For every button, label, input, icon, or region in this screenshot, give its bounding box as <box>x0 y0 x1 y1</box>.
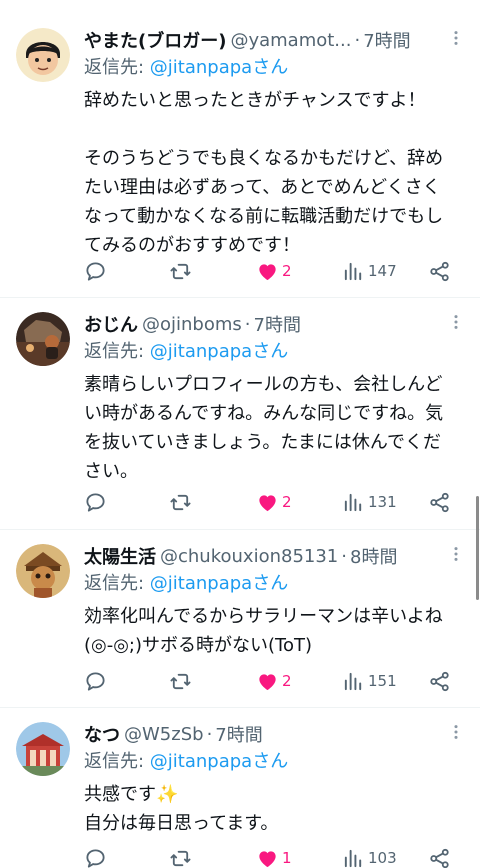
reply-icon <box>86 492 105 512</box>
views-chart-icon <box>344 262 362 280</box>
separator-dot: · <box>341 545 347 567</box>
view-count: 151 <box>368 672 397 690</box>
share-icon <box>430 671 449 691</box>
separator-dot: · <box>206 723 213 745</box>
reply-to-mention[interactable]: @jitanpapaさん <box>150 57 288 78</box>
timestamp[interactable]: 7時間 <box>363 27 410 53</box>
like-count: 1 <box>282 849 292 867</box>
tweet-header: やまた(ブロガー) @yamamot... · 7時間 <box>84 26 454 54</box>
share-button[interactable] <box>428 669 451 693</box>
tweet-text: 効率化叫んでるからサラリーマンは辛いよね(◎-◎;)サボる時がない(ToT) <box>84 606 443 656</box>
user-handle[interactable]: @chukouxion85131 <box>160 546 338 567</box>
share-button[interactable] <box>428 846 451 868</box>
retweet-button[interactable] <box>169 490 195 514</box>
user-handle[interactable]: @ojinboms <box>142 314 242 335</box>
reply-button[interactable] <box>84 669 110 693</box>
share-icon <box>430 261 449 281</box>
user-handle[interactable]: @yamamot... <box>230 30 351 51</box>
views-button[interactable]: 131 <box>342 490 397 514</box>
views-button[interactable]: 147 <box>342 259 397 283</box>
timestamp[interactable]: 7時間 <box>254 311 301 337</box>
tweet-actions: 2 151 <box>84 669 464 693</box>
reply-to-label: 返信先: <box>84 751 150 772</box>
tweet-actions: 2 147 <box>84 259 464 283</box>
tweet-header: おじん @ojinboms · 7時間 <box>84 310 454 338</box>
user-handle[interactable]: @W5zSb <box>124 724 204 745</box>
tweet-actions: 2 131 <box>84 490 464 514</box>
reply-to-line: 返信先: @jitanpapaさん <box>84 338 454 366</box>
tweet-text: 素晴らしいプロフィールの方も、会社しんどい時があるんですね。みんな同じですね。気… <box>84 374 444 482</box>
reply-icon <box>86 671 105 691</box>
avatar[interactable] <box>16 312 70 366</box>
views-chart-icon <box>344 672 362 690</box>
timestamp[interactable]: 7時間 <box>215 721 262 747</box>
like-button[interactable]: 1 <box>256 846 292 868</box>
heart-filled-icon <box>259 673 276 690</box>
tweet[interactable]: やまた(ブロガー) @yamamot... · 7時間 返信先: @jitanp… <box>0 0 480 298</box>
reply-to-label: 返信先: <box>84 341 150 362</box>
tweet[interactable]: おじん @ojinboms · 7時間 返信先: @jitanpapaさん 素晴… <box>0 298 480 530</box>
reply-to-label: 返信先: <box>84 57 150 78</box>
heart-filled-icon <box>259 494 276 511</box>
reply-button[interactable] <box>84 259 110 283</box>
display-name[interactable]: 太陽生活 <box>84 543 156 569</box>
avatar[interactable] <box>16 722 70 776</box>
reply-to-mention[interactable]: @jitanpapaさん <box>150 341 288 362</box>
share-button[interactable] <box>428 259 451 283</box>
reply-icon <box>86 261 105 281</box>
like-button[interactable]: 2 <box>256 259 292 283</box>
scrollbar[interactable] <box>476 496 479 600</box>
tweet[interactable]: なつ @W5zSb · 7時間 返信先: @jitanpapaさん 共感です✨ … <box>0 708 480 868</box>
timestamp[interactable]: 8時間 <box>350 543 397 569</box>
avatar[interactable] <box>16 28 70 82</box>
retweet-button[interactable] <box>169 846 195 868</box>
share-button[interactable] <box>428 490 451 514</box>
retweet-button[interactable] <box>169 669 195 693</box>
reply-feed[interactable]: やまた(ブロガー) @yamamot... · 7時間 返信先: @jitanp… <box>0 0 480 868</box>
display-name[interactable]: おじん <box>84 311 138 337</box>
views-chart-icon <box>344 849 362 867</box>
reply-button[interactable] <box>84 846 110 868</box>
reply-to-line: 返信先: @jitanpapaさん <box>84 748 454 776</box>
retweet-icon <box>170 673 191 689</box>
like-count: 2 <box>282 672 292 690</box>
reply-icon <box>86 848 105 868</box>
reply-to-mention[interactable]: @jitanpapaさん <box>150 573 288 594</box>
retweet-icon <box>170 263 191 279</box>
retweet-icon <box>170 850 191 866</box>
view-count: 103 <box>368 849 397 867</box>
tweet-actions: 1 103 <box>84 846 464 868</box>
reply-button[interactable] <box>84 490 110 514</box>
heart-filled-icon <box>259 263 276 280</box>
reply-to-line: 返信先: @jitanpapaさん <box>84 54 454 82</box>
view-count: 147 <box>368 262 397 280</box>
heart-filled-icon <box>259 850 276 867</box>
share-icon <box>430 492 449 512</box>
separator-dot: · <box>244 313 251 335</box>
tweet-header: 太陽生活 @chukouxion85131 · 8時間 <box>84 542 454 570</box>
tweet-header: なつ @W5zSb · 7時間 <box>84 720 454 748</box>
reply-to-mention[interactable]: @jitanpapaさん <box>150 751 288 772</box>
retweet-icon <box>170 494 191 510</box>
share-icon <box>430 848 449 868</box>
like-count: 2 <box>282 262 292 280</box>
like-button[interactable]: 2 <box>256 490 292 514</box>
separator-dot: · <box>354 29 361 51</box>
avatar[interactable] <box>16 544 70 598</box>
retweet-button[interactable] <box>169 259 195 283</box>
display-name[interactable]: なつ <box>84 721 120 747</box>
display-name[interactable]: やまた(ブロガー) <box>84 27 226 53</box>
tweet-text: 共感です✨ 自分は毎日思ってます。 <box>84 784 279 834</box>
reply-to-label: 返信先: <box>84 573 150 594</box>
like-count: 2 <box>282 493 292 511</box>
views-chart-icon <box>344 493 362 511</box>
view-count: 131 <box>368 493 397 511</box>
tweet[interactable]: 太陽生活 @chukouxion85131 · 8時間 返信先: @jitanp… <box>0 530 480 708</box>
reply-to-line: 返信先: @jitanpapaさん <box>84 570 454 598</box>
tweet-text: 辞めたいと思ったときがチャンスですよ！ そのうちどうでも良くなるかもだけど、辞め… <box>84 90 444 256</box>
like-button[interactable]: 2 <box>256 669 292 693</box>
views-button[interactable]: 103 <box>342 846 397 868</box>
views-button[interactable]: 151 <box>342 669 397 693</box>
